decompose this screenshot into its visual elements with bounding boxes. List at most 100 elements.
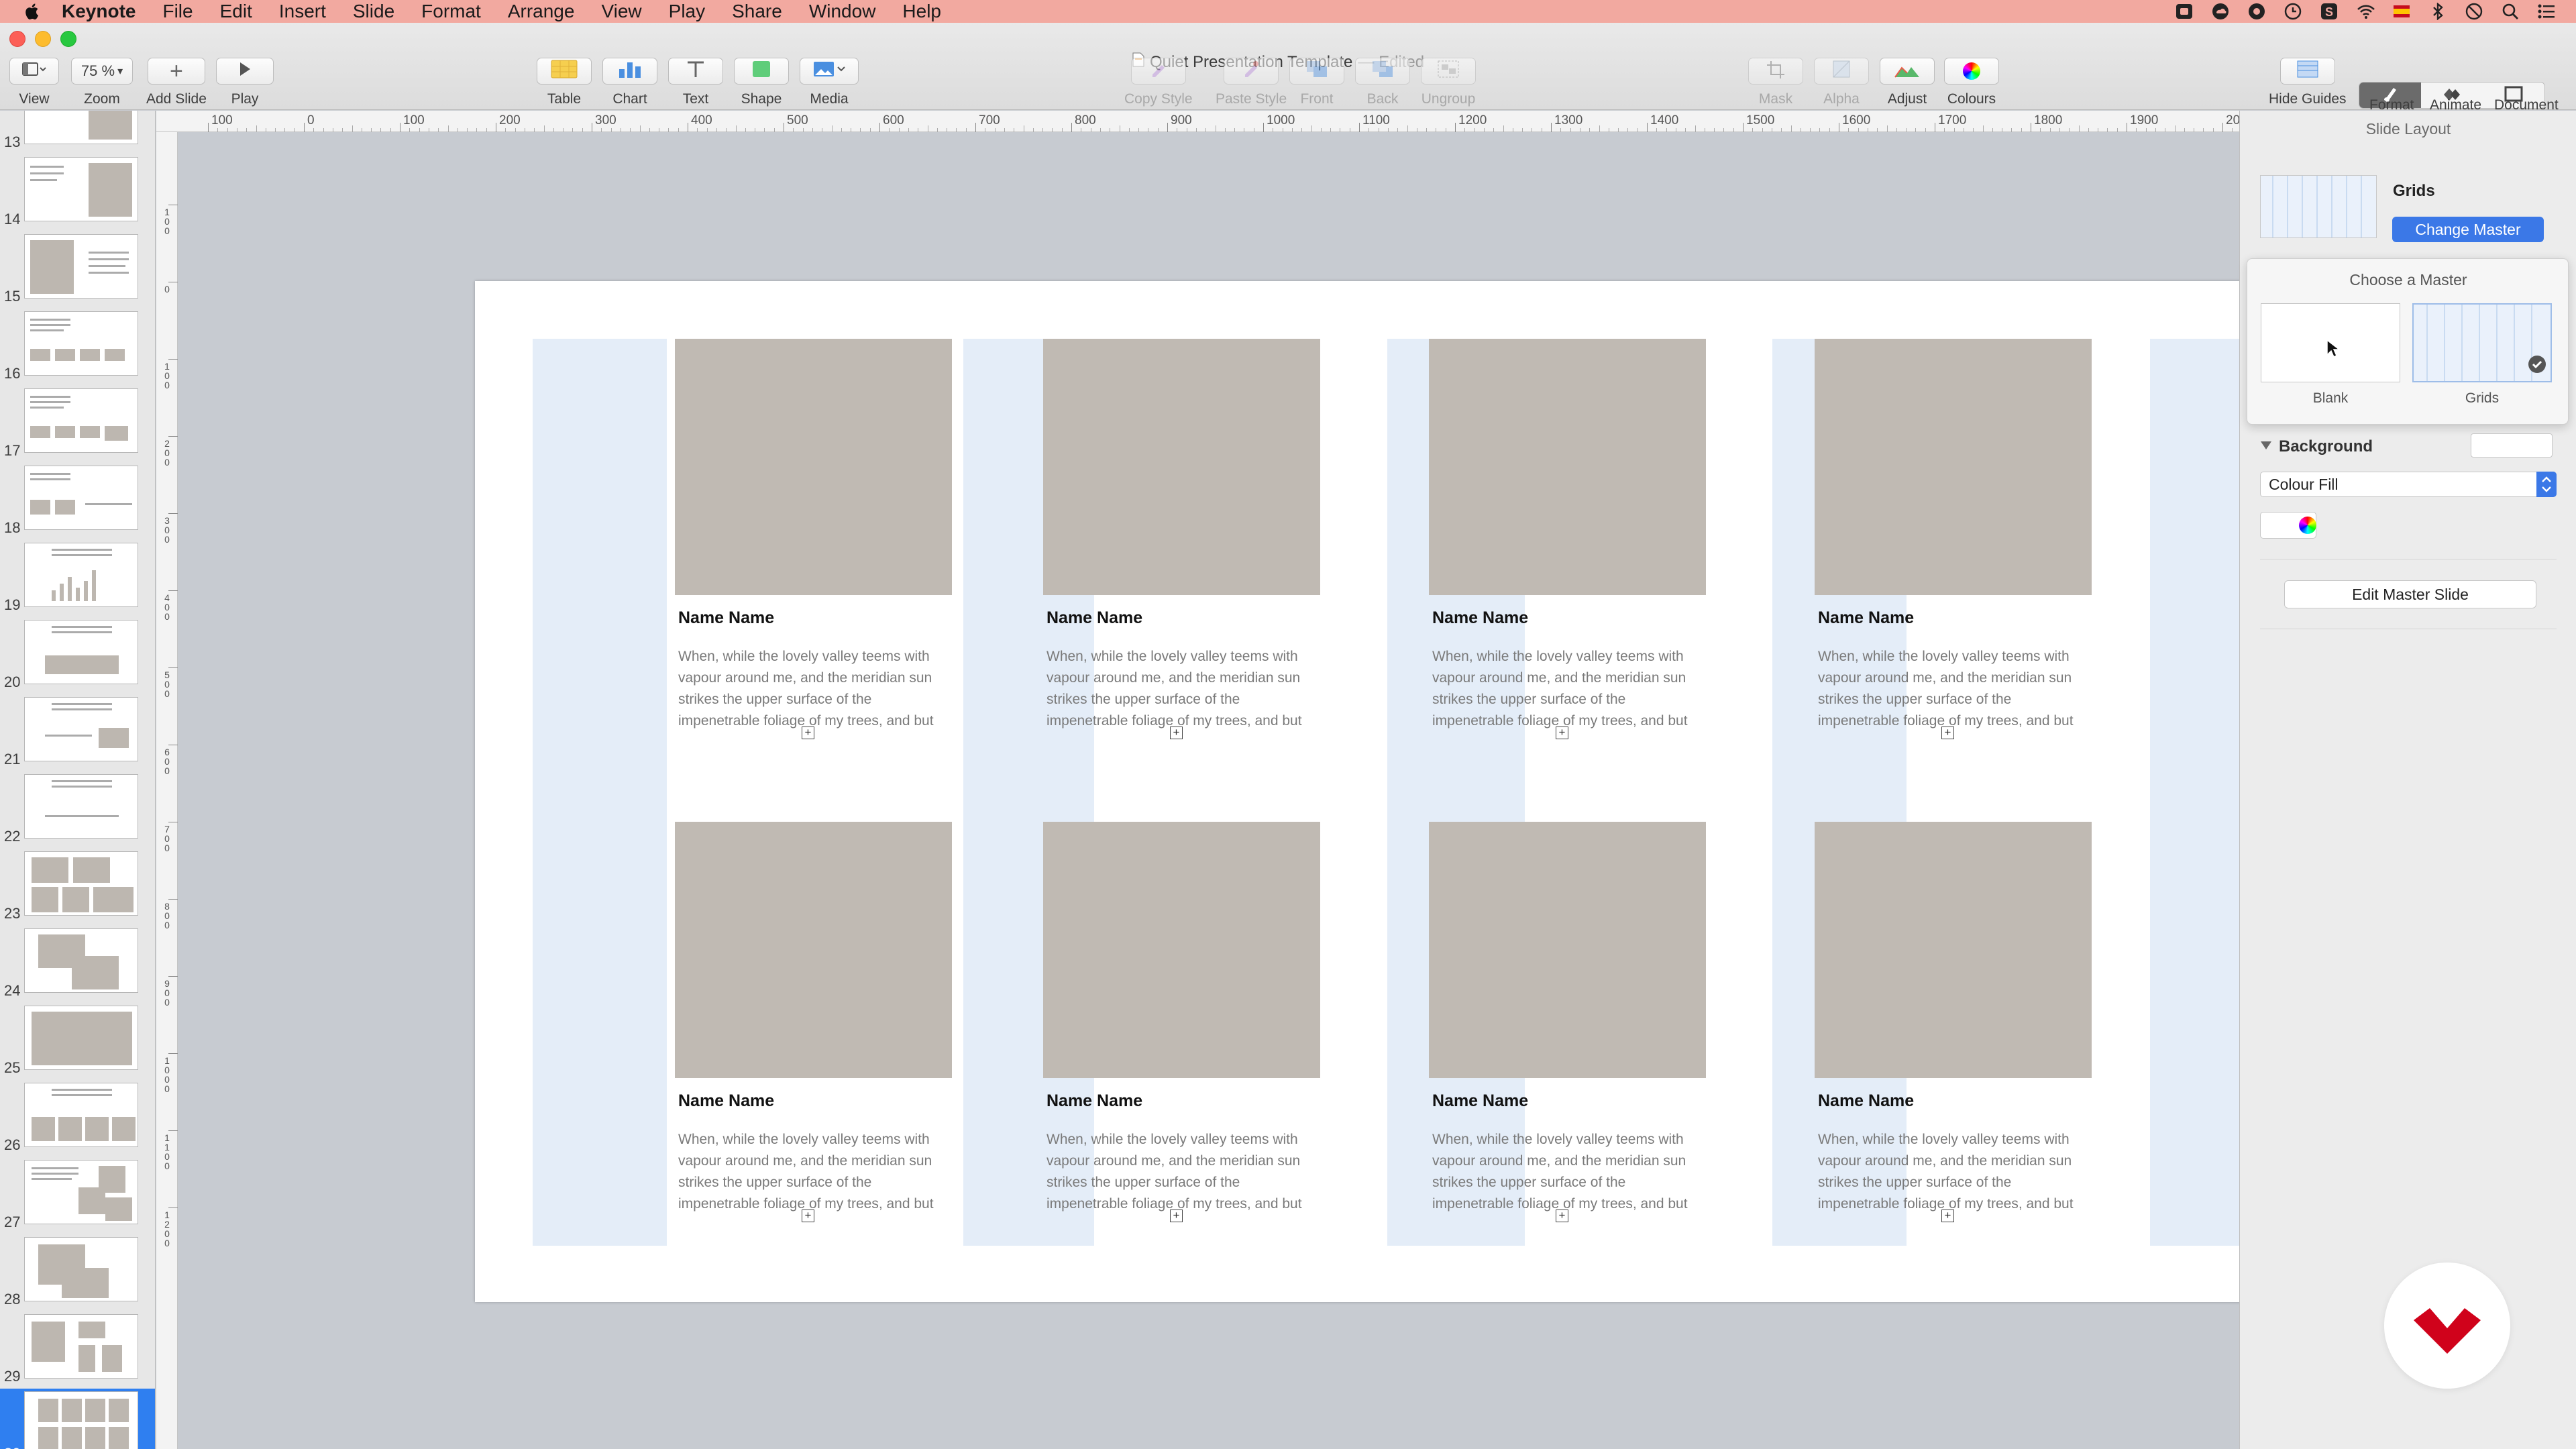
slide-thumbnail-26[interactable]: 26: [0, 1080, 155, 1157]
text-overflow-indicator-icon[interactable]: +: [1556, 727, 1568, 739]
card-name[interactable]: Name Name: [1046, 1091, 1142, 1111]
shape-button[interactable]: Shape: [734, 58, 789, 107]
card-name[interactable]: Name Name: [1046, 608, 1142, 628]
edit-master-slide-button[interactable]: Edit Master Slide: [2284, 580, 2536, 608]
slide-thumbnail-30[interactable]: 30: [0, 1389, 155, 1449]
card-body-text[interactable]: When, while the lovely valley teems with…: [1432, 646, 1701, 732]
card-body-text[interactable]: When, while the lovely valley teems with…: [1818, 646, 2086, 732]
card-body-text[interactable]: When, while the lovely valley teems with…: [1046, 646, 1315, 732]
menu-view[interactable]: View: [601, 1, 641, 22]
menu-app-keynote[interactable]: Keynote: [62, 1, 136, 22]
slide-thumbnail-21[interactable]: 21: [0, 694, 155, 771]
text-overflow-indicator-icon[interactable]: +: [1556, 1210, 1568, 1222]
adjust-button[interactable]: Adjust: [1880, 58, 1935, 107]
creative-cloud-icon[interactable]: [2211, 2, 2230, 21]
card-image-placeholder[interactable]: [1815, 822, 2092, 1078]
text-overflow-indicator-icon[interactable]: +: [802, 727, 814, 739]
slide-thumbnail-14[interactable]: 14: [0, 154, 155, 231]
card-body-text[interactable]: When, while the lovely valley teems with…: [1818, 1129, 2086, 1215]
card-image-placeholder[interactable]: [1429, 339, 1706, 595]
menu-insert[interactable]: Insert: [279, 1, 326, 22]
card-name[interactable]: Name Name: [678, 1091, 774, 1111]
media-button[interactable]: Media: [800, 58, 859, 107]
chart-button[interactable]: Chart: [602, 58, 657, 107]
close-window-button[interactable]: [9, 31, 25, 47]
copy-style-button[interactable]: Copy Style: [1124, 58, 1193, 107]
play-button[interactable]: Play: [216, 58, 274, 107]
background-title[interactable]: Background: [2279, 437, 2373, 456]
apple-icon[interactable]: [21, 1, 42, 21]
back-button[interactable]: Back: [1355, 58, 1410, 107]
card-name[interactable]: Name Name: [1432, 608, 1528, 628]
slide-thumbnail-20[interactable]: 20: [0, 617, 155, 694]
slide-thumbnail-28[interactable]: 28: [0, 1234, 155, 1311]
fill-type-select[interactable]: Colour Fill: [2260, 472, 2557, 497]
text-overflow-indicator-icon[interactable]: +: [1170, 727, 1183, 739]
bluetooth-icon[interactable]: [2428, 2, 2447, 21]
spotlight-search-icon[interactable]: [2501, 2, 2520, 21]
slide-thumbnail-13[interactable]: 13: [0, 111, 155, 154]
card-image-placeholder[interactable]: [675, 339, 952, 595]
menu-help[interactable]: Help: [902, 1, 941, 22]
table-button[interactable]: Table: [537, 58, 592, 107]
card-image-placeholder[interactable]: [1429, 822, 1706, 1078]
text-overflow-indicator-icon[interactable]: +: [802, 1210, 814, 1222]
ungroup-button[interactable]: Ungroup: [1421, 58, 1476, 107]
card-body-text[interactable]: When, while the lovely valley teems with…: [1432, 1129, 1701, 1215]
slide-thumbnail-27[interactable]: 27: [0, 1157, 155, 1234]
colour-wheel-icon[interactable]: [2299, 517, 2316, 534]
text-overflow-indicator-icon[interactable]: +: [1170, 1210, 1183, 1222]
slide-thumbnail-24[interactable]: 24: [0, 926, 155, 1003]
cloud-sync-icon[interactable]: [2247, 2, 2266, 21]
background-colour-swatch[interactable]: [2471, 433, 2553, 458]
slide-thumbnail-23[interactable]: 23: [0, 849, 155, 926]
add-slide-button[interactable]: + Add Slide: [146, 58, 207, 107]
minimize-window-button[interactable]: [35, 31, 51, 47]
card-body-text[interactable]: When, while the lovely valley teems with…: [678, 1129, 947, 1215]
master-choice-blank[interactable]: [2261, 303, 2400, 382]
slide-thumbnail-15[interactable]: 15: [0, 231, 155, 309]
scrivener-icon[interactable]: S: [2320, 2, 2339, 21]
card-image-placeholder[interactable]: [675, 822, 952, 1078]
slide-thumbnail-25[interactable]: 25: [0, 1003, 155, 1080]
menu-edit[interactable]: Edit: [220, 1, 252, 22]
notification-center-icon[interactable]: [2537, 2, 2556, 21]
front-button[interactable]: Front: [1289, 58, 1344, 107]
wifi-icon[interactable]: [2356, 2, 2375, 21]
slide-thumbnail-22[interactable]: 22: [0, 771, 155, 849]
do-not-disturb-icon[interactable]: [2465, 2, 2483, 21]
card-name[interactable]: Name Name: [1432, 1091, 1528, 1111]
menu-share[interactable]: Share: [732, 1, 782, 22]
alpha-button[interactable]: Alpha: [1814, 58, 1869, 107]
menu-arrange[interactable]: Arrange: [508, 1, 575, 22]
menu-play[interactable]: Play: [669, 1, 705, 22]
screen-recorder-icon[interactable]: [2175, 2, 2194, 21]
card-body-text[interactable]: When, while the lovely valley teems with…: [1046, 1129, 1315, 1215]
zoom-menu-button[interactable]: 75 % ▾ Zoom: [71, 58, 133, 107]
colours-button[interactable]: Colours: [1944, 58, 1999, 107]
view-menu-button[interactable]: View: [9, 58, 59, 107]
card-image-placeholder[interactable]: [1043, 339, 1320, 595]
slide-thumbnail-29[interactable]: 29: [0, 1311, 155, 1389]
card-image-placeholder[interactable]: [1815, 339, 2092, 595]
text-overflow-indicator-icon[interactable]: +: [1941, 727, 1954, 739]
slide[interactable]: Name Name When, while the lovely valley t…: [475, 281, 2293, 1302]
disclosure-triangle-icon[interactable]: [2260, 440, 2272, 454]
menu-slide[interactable]: Slide: [353, 1, 394, 22]
mask-button[interactable]: Mask: [1748, 58, 1803, 107]
input-flag-icon[interactable]: [2392, 2, 2411, 21]
card-body-text[interactable]: When, while the lovely valley teems with…: [678, 646, 947, 732]
menu-file[interactable]: File: [162, 1, 193, 22]
menu-window[interactable]: Window: [809, 1, 876, 22]
change-master-button[interactable]: Change Master: [2392, 217, 2544, 242]
master-choice-grids[interactable]: [2412, 303, 2552, 382]
menu-format[interactable]: Format: [421, 1, 481, 22]
text-overflow-indicator-icon[interactable]: +: [1941, 1210, 1954, 1222]
card-name[interactable]: Name Name: [678, 608, 774, 628]
card-name[interactable]: Name Name: [1818, 1091, 1914, 1111]
card-image-placeholder[interactable]: [1043, 822, 1320, 1078]
zoom-window-button[interactable]: [60, 31, 76, 47]
slide-thumbnail-17[interactable]: 17: [0, 386, 155, 463]
card-name[interactable]: Name Name: [1818, 608, 1914, 628]
slide-thumbnail-16[interactable]: 16: [0, 309, 155, 386]
